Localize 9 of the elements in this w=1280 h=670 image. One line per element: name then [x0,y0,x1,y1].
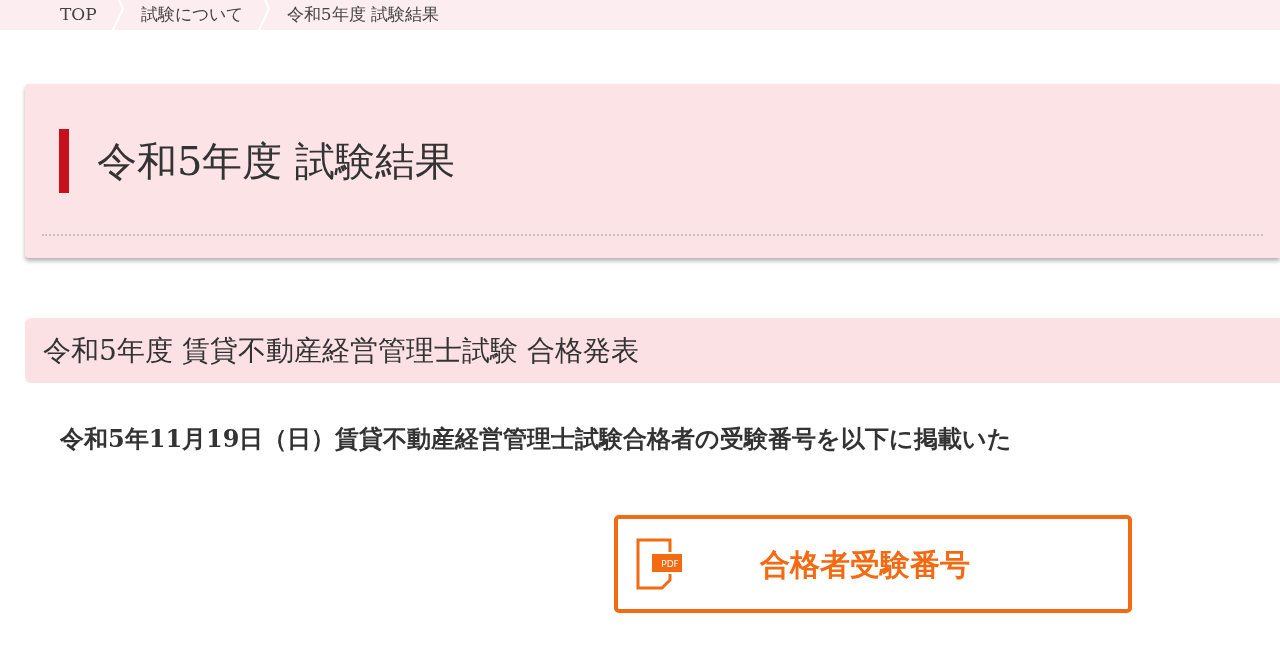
breadcrumb-link[interactable]: 令和5年度 試験結果 [286,4,439,30]
section-heading: 令和5年度 賃貸不動産経営管理士試験 合格発表 [43,332,639,369]
notice-text: 令和5年11月19日（日）賃貸不動産経営管理士試験合格者の受験番号を以下に掲載いた [60,423,1014,455]
page-title: 令和5年度 試験結果 [97,137,456,186]
breadcrumb-link[interactable]: 試験について [140,4,243,30]
pdf-label: PDF [660,558,680,571]
pdf-file-icon [636,538,682,590]
breadcrumb-link[interactable]: TOP [60,4,97,30]
accent-bar [59,129,69,193]
